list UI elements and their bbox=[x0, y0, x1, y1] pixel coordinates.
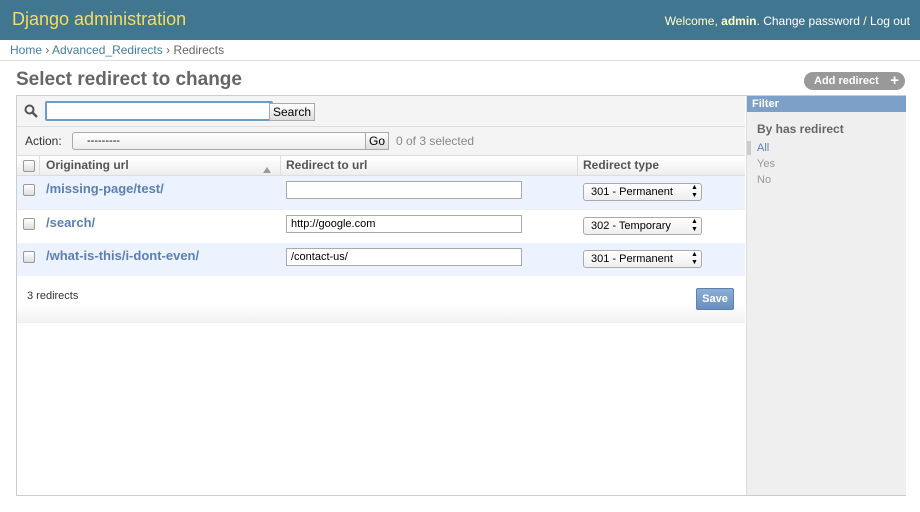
search-button[interactable]: Search bbox=[269, 103, 316, 121]
actions-bar: Action: --------- ▲▼ Go 0 of 3 selected bbox=[17, 127, 745, 156]
redirect-type-select[interactable]: 301 - Permanent ▲▼ bbox=[583, 183, 702, 201]
result-count: 3 redirects bbox=[27, 290, 79, 302]
filter-header: Filter bbox=[747, 96, 906, 112]
go-button[interactable]: Go bbox=[365, 132, 390, 150]
redirect-type-value: 301 - Permanent bbox=[591, 186, 673, 198]
search-icon bbox=[24, 104, 38, 121]
add-redirect-button[interactable]: Add redirect + bbox=[804, 72, 905, 90]
filter-panel: Filter By has redirect All Yes No bbox=[746, 96, 906, 495]
row-checkbox[interactable] bbox=[23, 184, 35, 196]
breadcrumb-current: Redirects bbox=[173, 43, 225, 57]
plus-icon: + bbox=[890, 72, 899, 89]
filter-option-all[interactable]: All bbox=[757, 142, 769, 154]
username: admin bbox=[721, 14, 757, 28]
select-all-checkbox[interactable] bbox=[23, 160, 35, 172]
breadcrumb: Home › Advanced_Redirects › Redirects bbox=[0, 40, 920, 61]
action-select-value: --------- bbox=[87, 135, 120, 147]
search-input[interactable] bbox=[45, 101, 273, 121]
column-header-redirect-url: Redirect to url bbox=[286, 158, 368, 172]
action-select[interactable]: --------- ▲▼ bbox=[72, 132, 375, 150]
column-header-redirect-type: Redirect type bbox=[583, 158, 660, 172]
row-checkbox[interactable] bbox=[23, 251, 35, 263]
table-header: Originating url Redirect to url Redirect… bbox=[17, 156, 745, 176]
breadcrumb-app[interactable]: Advanced_Redirects bbox=[52, 43, 163, 57]
breadcrumb-sep: › bbox=[45, 43, 50, 57]
search-bar: Search bbox=[17, 96, 745, 127]
site-header: Django administration Welcome, admin. Ch… bbox=[0, 0, 920, 41]
row-checkbox[interactable] bbox=[23, 218, 35, 230]
welcome-text: Welcome, bbox=[664, 14, 718, 28]
select-arrows-icon: ▲▼ bbox=[691, 218, 698, 233]
action-label: Action: bbox=[25, 134, 62, 148]
sort-ascending-icon[interactable] bbox=[263, 162, 271, 176]
redirect-url-input[interactable] bbox=[286, 248, 522, 266]
page-title: Select redirect to change bbox=[16, 69, 242, 90]
originating-url-link[interactable]: /search/ bbox=[46, 215, 95, 230]
table-row: /what-is-this/i-dont-even/ 301 - Permane… bbox=[17, 243, 745, 277]
save-button[interactable]: Save bbox=[696, 288, 734, 310]
user-tools: Welcome, admin. Change password / Log ou… bbox=[664, 14, 910, 28]
logout-link[interactable]: Log out bbox=[870, 14, 910, 28]
filter-title: By has redirect bbox=[757, 122, 844, 136]
breadcrumb-sep: › bbox=[166, 43, 171, 57]
filter-option-no[interactable]: No bbox=[757, 174, 771, 186]
redirect-type-select[interactable]: 302 - Temporary ▲▼ bbox=[583, 217, 702, 235]
table-row: /missing-page/test/ 301 - Permanent ▲▼ bbox=[17, 176, 745, 210]
add-redirect-label: Add redirect bbox=[814, 75, 879, 87]
change-password-link[interactable]: Change password bbox=[763, 14, 860, 28]
originating-url-link[interactable]: /missing-page/test/ bbox=[46, 181, 164, 196]
site-brand[interactable]: Django administration bbox=[12, 9, 186, 30]
select-arrows-icon: ▲▼ bbox=[691, 251, 698, 266]
changelist: Search Action: --------- ▲▼ Go 0 of 3 se… bbox=[16, 95, 906, 496]
redirect-type-value: 302 - Temporary bbox=[591, 220, 671, 232]
filter-option-yes[interactable]: Yes bbox=[757, 158, 775, 170]
filter-selected-marker bbox=[747, 141, 751, 155]
user-tools-separator: / bbox=[863, 14, 867, 28]
paginator: 3 redirects Save bbox=[17, 276, 745, 323]
select-arrows-icon: ▲▼ bbox=[691, 184, 698, 199]
redirect-type-value: 301 - Permanent bbox=[591, 253, 673, 265]
redirect-type-select[interactable]: 301 - Permanent ▲▼ bbox=[583, 250, 702, 268]
selection-count: 0 of 3 selected bbox=[396, 134, 475, 148]
table-row: /search/ 302 - Temporary ▲▼ bbox=[17, 210, 745, 244]
redirect-url-input[interactable] bbox=[286, 215, 522, 233]
breadcrumb-home[interactable]: Home bbox=[10, 43, 42, 57]
redirect-url-input[interactable] bbox=[286, 181, 522, 199]
originating-url-link[interactable]: /what-is-this/i-dont-even/ bbox=[46, 248, 199, 263]
column-header-originating-url[interactable]: Originating url bbox=[46, 156, 129, 175]
